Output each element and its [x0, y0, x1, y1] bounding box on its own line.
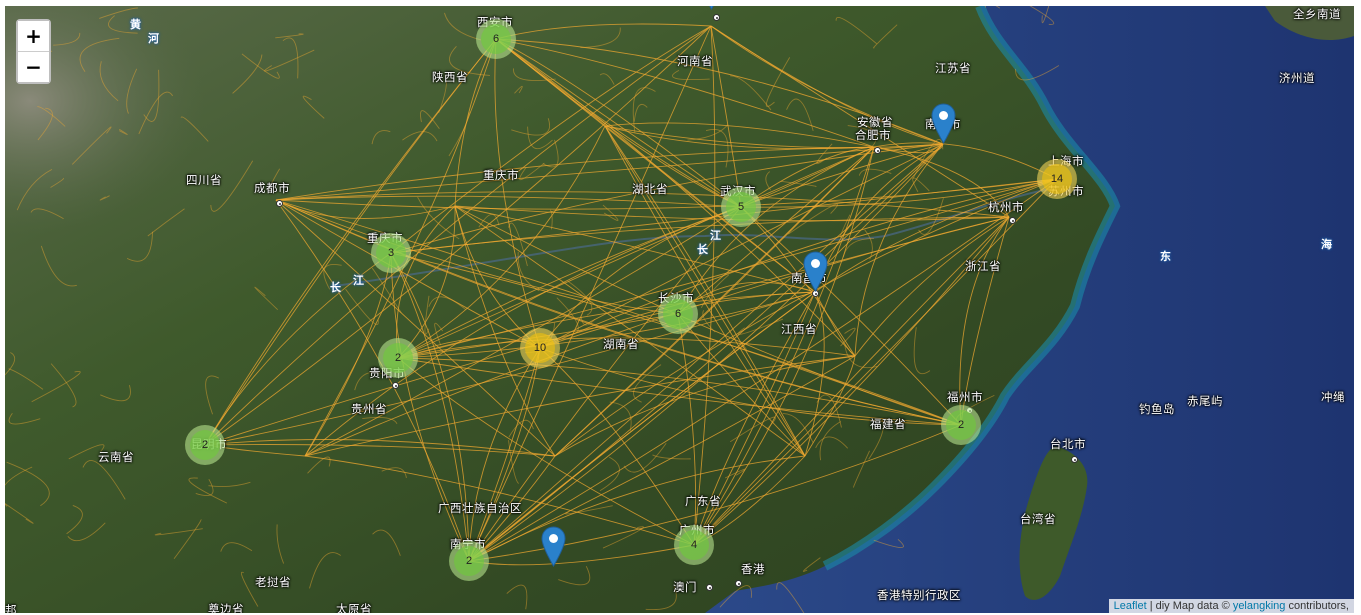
zoom-control: + − [16, 19, 51, 84]
zoom-out-button[interactable]: − [18, 51, 49, 82]
map-pin-icon[interactable] [541, 526, 566, 567]
map-pin-icon[interactable] [931, 103, 956, 144]
attribution-text: | diy Map data © [1146, 600, 1233, 612]
map-attribution: Leaflet | diy Map data © yelangking cont… [1108, 599, 1354, 613]
map-container[interactable]: 黄河西安市陕西省河南省江苏省全乡南道济州道安徽省合肥市南京市上海市苏州市四川省成… [5, 6, 1354, 613]
map-pin-icon[interactable] [699, 6, 724, 10]
leaflet-link[interactable]: Leaflet [1114, 600, 1147, 612]
map-pin-icon[interactable] [803, 251, 828, 292]
author-link[interactable]: yelangking [1233, 600, 1286, 612]
zoom-in-button[interactable]: + [18, 21, 49, 51]
attribution-suffix: contributors, [1285, 600, 1349, 612]
marker-layer [5, 6, 1354, 613]
